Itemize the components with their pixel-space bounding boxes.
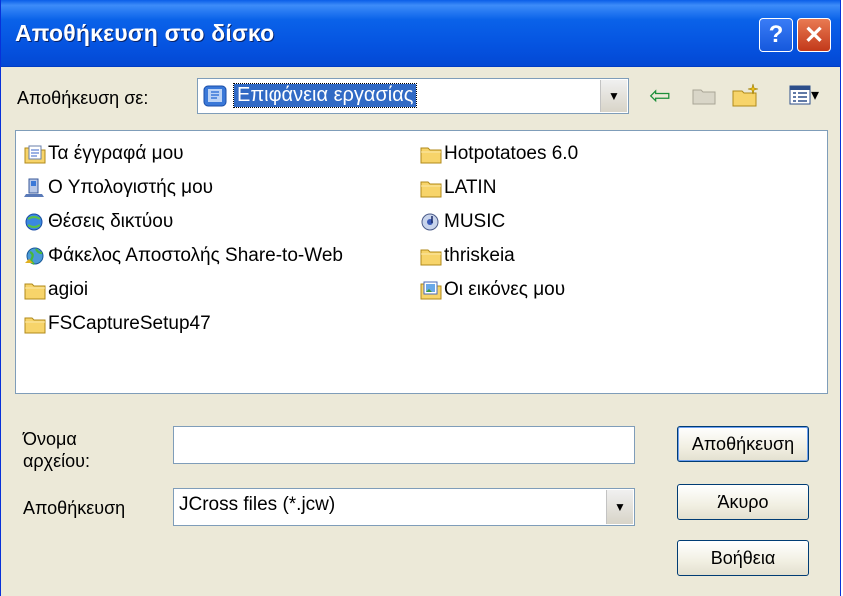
title-bar[interactable]: Αποθήκευση στο δίσκο ? ✕ bbox=[1, 0, 840, 67]
view-menu-chevron: ▾ bbox=[810, 87, 820, 104]
desktop-icon bbox=[203, 85, 227, 107]
list-item[interactable]: MUSIC bbox=[420, 207, 505, 237]
cancel-button[interactable]: Άκυρο bbox=[677, 484, 809, 520]
list-item[interactable]: LATIN bbox=[420, 173, 496, 203]
close-button[interactable]: ✕ bbox=[797, 18, 831, 52]
save-dialog: Αποθήκευση στο δίσκο ? ✕ Αποθήκευση σε: … bbox=[0, 0, 841, 596]
folder-icon bbox=[420, 147, 442, 164]
folder-icon bbox=[24, 317, 46, 334]
share-to-web-icon bbox=[25, 247, 44, 265]
new-folder-button[interactable] bbox=[731, 80, 761, 110]
folder-icon bbox=[420, 181, 442, 198]
savetype-label: Αποθήκευση bbox=[23, 498, 126, 518]
view-menu-icon bbox=[789, 85, 811, 105]
list-item[interactable]: agioi bbox=[24, 275, 88, 305]
item-label: MUSIC bbox=[444, 211, 506, 232]
item-label: LATIN bbox=[444, 177, 497, 198]
folder-icon bbox=[24, 283, 46, 300]
item-label: Θέσεις δικτύου bbox=[48, 211, 174, 232]
list-item[interactable]: FSCaptureSetup47 bbox=[24, 309, 211, 339]
new-folder-icon bbox=[732, 83, 759, 107]
savetype-dropdown-arrow[interactable]: ▼ bbox=[606, 490, 633, 524]
list-item[interactable]: Θέσεις δικτύου bbox=[24, 207, 173, 237]
my-documents-icon bbox=[24, 145, 46, 164]
list-item[interactable]: Hotpotatoes 6.0 bbox=[420, 139, 578, 169]
item-label: agioi bbox=[48, 279, 89, 300]
music-folder-icon bbox=[421, 213, 439, 231]
item-label: thriskeia bbox=[444, 245, 515, 266]
up-folder-icon bbox=[692, 89, 716, 105]
item-label: Hotpotatoes 6.0 bbox=[444, 143, 579, 164]
save-in-combo[interactable]: Επιφάνεια εργασίας ▼ bbox=[197, 78, 629, 114]
item-label: Οι εικόνες μου bbox=[444, 279, 566, 300]
file-list[interactable]: Τα έγγραφά μου Ο Υπολογιστής μου Θέσεις … bbox=[15, 130, 828, 394]
save-in-dropdown-arrow[interactable]: ▼ bbox=[600, 80, 627, 112]
list-item[interactable]: Ο Υπολογιστής μου bbox=[24, 173, 213, 203]
help-title-button[interactable]: ? bbox=[759, 18, 793, 52]
network-places-icon bbox=[25, 213, 43, 231]
back-arrow-icon: ⇦ bbox=[649, 79, 671, 110]
list-item[interactable]: Τα έγγραφά μου bbox=[24, 139, 184, 169]
help-button[interactable]: Βοήθεια bbox=[677, 540, 809, 576]
filename-label-line1: Όνομα bbox=[23, 429, 77, 449]
save-in-value: Επιφάνεια εργασίας bbox=[232, 83, 418, 108]
my-pictures-icon bbox=[420, 281, 442, 300]
list-item[interactable]: thriskeia bbox=[420, 241, 515, 271]
my-computer-icon bbox=[24, 178, 44, 197]
savetype-value: JCross files (*.jcw) bbox=[179, 494, 336, 515]
dialog-title: Αποθήκευση στο δίσκο bbox=[15, 20, 275, 46]
list-item[interactable]: Οι εικόνες μου bbox=[420, 275, 565, 305]
item-label: Τα έγγραφά μου bbox=[48, 143, 184, 164]
save-in-label: Αποθήκευση σε: bbox=[17, 88, 149, 108]
filename-field[interactable] bbox=[173, 426, 635, 464]
item-label: Ο Υπολογιστής μου bbox=[48, 177, 214, 198]
back-button[interactable]: ⇦ bbox=[645, 80, 675, 110]
filename-label-line2: αρχείου: bbox=[23, 451, 90, 471]
list-item[interactable]: Φάκελος Αποστολής Share-to-Web bbox=[24, 241, 343, 271]
filename-label: Όνομα αρχείου: bbox=[23, 428, 90, 472]
savetype-combo[interactable]: JCross files (*.jcw) ▼ bbox=[173, 488, 635, 526]
folder-icon bbox=[420, 249, 442, 266]
item-label: Φάκελος Αποστολής Share-to-Web bbox=[48, 245, 343, 266]
save-button[interactable]: Αποθήκευση bbox=[677, 426, 809, 462]
item-label: FSCaptureSetup47 bbox=[48, 313, 211, 334]
up-folder-button[interactable] bbox=[689, 80, 719, 110]
view-menu-button[interactable]: ▾ bbox=[781, 80, 827, 110]
